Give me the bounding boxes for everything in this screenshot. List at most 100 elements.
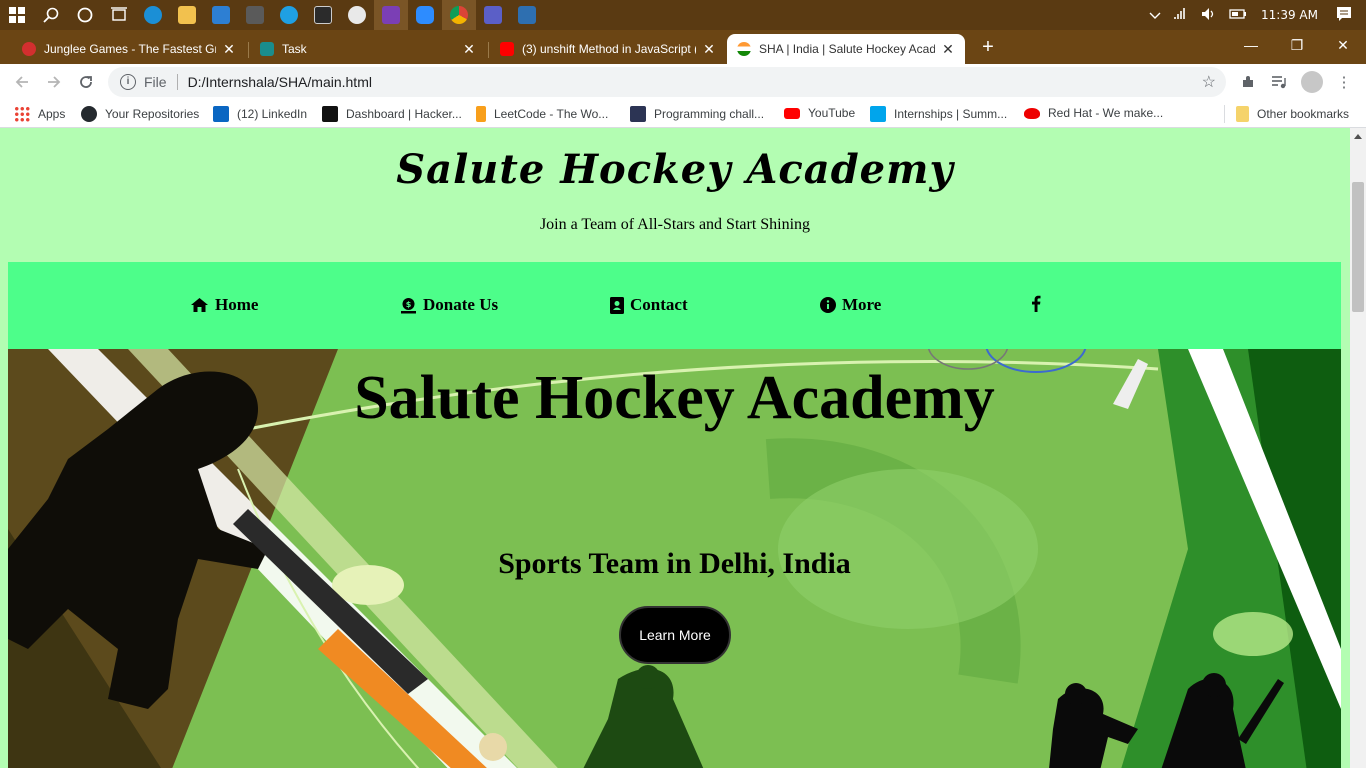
- close-tab-icon[interactable]: ✕: [222, 41, 236, 58]
- tab-junglee[interactable]: Junglee Games - The Fastest Gro ✕: [12, 34, 246, 64]
- tab-youtube-unshift[interactable]: (3) unshift Method in JavaScript ( ✕: [490, 34, 726, 64]
- chrome-icon[interactable]: [442, 0, 476, 30]
- bookmark-internshala[interactable]: Internships | Summ...: [870, 106, 1007, 122]
- youtube-favicon-icon: [500, 42, 514, 56]
- india-flag-favicon-icon: [737, 42, 751, 56]
- bookmark-redhat[interactable]: Red Hat - We make...: [1024, 106, 1163, 120]
- chrome-menu-icon[interactable]: ⋮: [1330, 68, 1358, 96]
- app-swatch: [348, 6, 366, 24]
- site-info-icon[interactable]: i: [120, 74, 136, 90]
- internshala-icon: [870, 106, 886, 122]
- url-text[interactable]: D:/Internshala/SHA/main.html: [188, 74, 372, 90]
- bookmark-star-icon[interactable]: ☆: [1202, 72, 1216, 92]
- skype-icon[interactable]: [272, 0, 306, 30]
- other-bookmarks[interactable]: Other bookmarks: [1236, 106, 1349, 122]
- tab-divider: [488, 42, 489, 58]
- file-explorer-icon[interactable]: [170, 0, 204, 30]
- photos-icon[interactable]: [510, 0, 544, 30]
- nav-contact[interactable]: Contact: [610, 295, 688, 315]
- onenote-icon[interactable]: [374, 0, 408, 30]
- learn-more-button[interactable]: Learn More: [619, 606, 731, 664]
- hero-title: Salute Hockey Academy: [354, 364, 995, 432]
- tab-task[interactable]: Task ✕: [250, 34, 486, 64]
- windows-start-icon[interactable]: [0, 0, 34, 30]
- close-tab-icon[interactable]: ✕: [702, 41, 716, 58]
- leetcode-icon: [476, 106, 486, 122]
- battery-icon[interactable]: [1223, 8, 1253, 23]
- tab-title: (3) unshift Method in JavaScript (: [522, 42, 696, 56]
- notification-icon[interactable]: [1330, 6, 1366, 24]
- close-window-icon[interactable]: ✕: [1320, 30, 1366, 60]
- app-swatch: [314, 6, 332, 24]
- close-tab-icon[interactable]: ✕: [462, 41, 476, 58]
- avatar: [1301, 71, 1323, 93]
- search-icon[interactable]: [34, 0, 68, 30]
- forward-icon[interactable]: [38, 66, 70, 98]
- minimize-icon[interactable]: —: [1228, 30, 1274, 60]
- extensions-icon[interactable]: [1234, 68, 1262, 96]
- bookmark-linkedin[interactable]: (12) LinkedIn: [213, 106, 307, 122]
- windows-taskbar: 11:39 AM: [0, 0, 1366, 30]
- close-tab-icon[interactable]: ✕: [941, 41, 955, 58]
- restore-icon[interactable]: ❐: [1274, 30, 1320, 60]
- bookmark-programming-challenges[interactable]: Programming chall...: [630, 106, 764, 122]
- edge-icon[interactable]: [136, 0, 170, 30]
- app-swatch: [144, 6, 162, 24]
- nav-home[interactable]: Home: [190, 295, 258, 315]
- nav-label: Contact: [630, 295, 688, 314]
- bookmark-label: Apps: [38, 107, 66, 121]
- bookmark-apps[interactable]: Apps: [14, 106, 65, 122]
- tab-divider: [248, 42, 249, 58]
- media-control-icon[interactable]: [1265, 68, 1293, 96]
- bookmark-your-repositories[interactable]: Your Repositories: [81, 106, 199, 122]
- linkedin-icon: [213, 106, 229, 122]
- nav-facebook[interactable]: [1031, 295, 1047, 312]
- reload-icon[interactable]: [70, 66, 102, 98]
- app-swatch: [212, 6, 230, 24]
- profile-avatar-icon[interactable]: [1298, 68, 1326, 96]
- page-scrollbar[interactable]: [1350, 128, 1366, 768]
- bookmark-youtube[interactable]: YouTube: [784, 106, 855, 120]
- scroll-thumb[interactable]: [1352, 182, 1364, 312]
- app-swatch: [518, 6, 536, 24]
- zoom-icon[interactable]: [408, 0, 442, 30]
- tab-sha-active[interactable]: SHA | India | Salute Hockey Acad ✕: [727, 34, 965, 64]
- page-viewport: Salute Hockey Academy Join a Team of All…: [0, 128, 1350, 768]
- nav-label: Donate Us: [423, 295, 499, 314]
- nav-donate-us[interactable]: $ Donate Us: [400, 295, 498, 315]
- redhat-icon: [1024, 107, 1040, 119]
- nav-more[interactable]: More: [820, 295, 881, 315]
- store-icon[interactable]: [238, 0, 272, 30]
- new-tab-icon[interactable]: +: [975, 34, 1001, 60]
- info-icon: [820, 297, 836, 313]
- mail-icon[interactable]: [204, 0, 238, 30]
- omnibox[interactable]: i File D:/Internshala/SHA/main.html ☆: [108, 67, 1226, 97]
- bookmark-label: YouTube: [808, 106, 856, 120]
- apps-grid-icon: [14, 106, 30, 122]
- nav-label: More: [842, 295, 882, 314]
- bookmark-label: Dashboard | Hacker...: [346, 107, 462, 121]
- hero-subtitle: Sports Team in Delhi, India: [498, 547, 851, 580]
- app-swatch: [484, 6, 502, 24]
- slack-icon[interactable]: [340, 0, 374, 30]
- facebook-icon: [1031, 295, 1041, 312]
- home-icon: [190, 297, 209, 313]
- bookmark-label: Other bookmarks: [1257, 107, 1350, 121]
- scroll-up-icon[interactable]: [1354, 134, 1362, 139]
- chevron-up-icon[interactable]: [1143, 8, 1167, 23]
- address-toolbar: i File D:/Internshala/SHA/main.html ☆ ⋮: [0, 64, 1366, 100]
- bookmarks-bar: Apps Your Repositories (12) LinkedIn Das…: [0, 100, 1366, 128]
- app-swatch: [246, 6, 264, 24]
- bookmark-leetcode[interactable]: LeetCode - The Wo...: [476, 106, 608, 122]
- teams-icon[interactable]: [476, 0, 510, 30]
- task-view-icon[interactable]: [102, 0, 136, 30]
- cortana-icon[interactable]: [68, 0, 102, 30]
- terminal-icon[interactable]: [306, 0, 340, 30]
- bookmark-hackerrank[interactable]: Dashboard | Hacker...: [322, 106, 462, 122]
- clock[interactable]: 11:39 AM: [1253, 8, 1330, 22]
- hackerearth-icon: [630, 106, 646, 122]
- bookmark-label: LeetCode - The Wo...: [494, 107, 609, 121]
- back-icon[interactable]: [6, 66, 38, 98]
- wifi-icon[interactable]: [1167, 7, 1195, 24]
- volume-icon[interactable]: [1195, 7, 1223, 24]
